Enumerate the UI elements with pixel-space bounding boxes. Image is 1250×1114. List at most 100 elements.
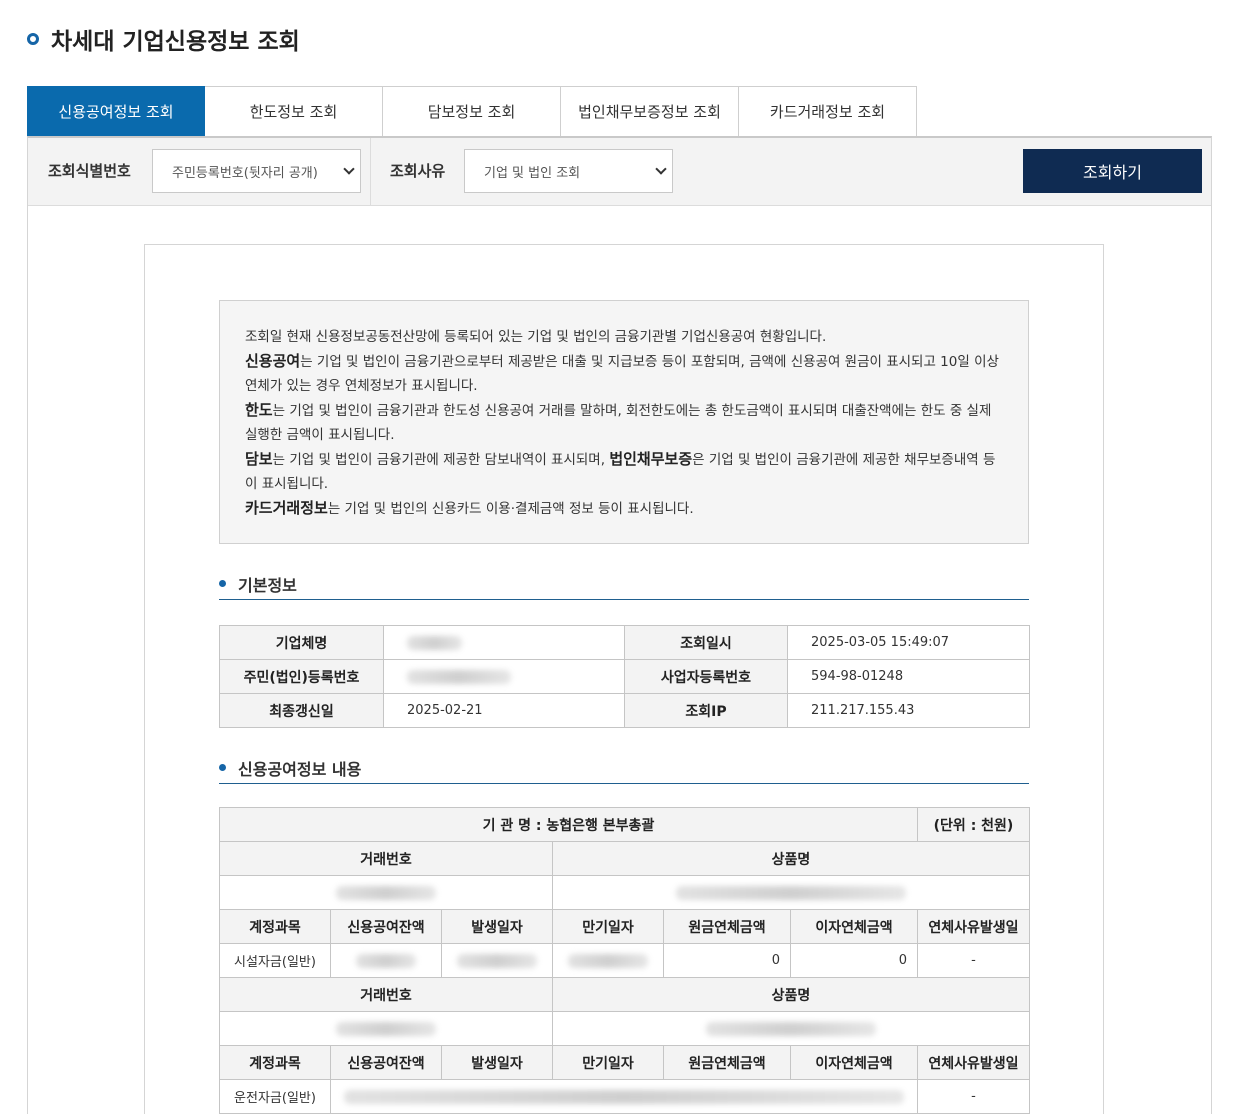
account-subject-cell: 운전자금(일반) [219,1079,331,1114]
transaction-number-header: 거래번호 [219,977,553,1012]
search-bar: 조회식별번호 주민등록번호(뒷자리 공개) 조회사유 기업 및 법인 조회 조회… [28,138,1211,206]
basic-info-table: 기업체명 조회일시 2025-03-05 15:49:07 주민(법인)등록번호… [219,625,1030,728]
table-row: 주민(법인)등록번호 사업자등록번호 594-98-01248 [219,659,1030,694]
column-header: 만기일자 [552,1045,664,1080]
column-header: 원금연체금액 [663,909,791,944]
transaction-number-value [219,875,553,910]
notice-term: 법인채무보증 [609,450,693,468]
title-bullet-icon [27,33,39,45]
query-time-label: 조회일시 [624,625,788,660]
credit-info-heading: 신용공여정보 내용 [219,752,1029,784]
id-type-select-value: 주민등록번호(뒷자리 공개) [172,165,318,181]
basic-info-heading: 기본정보 [219,568,1029,600]
table-row: 운전자금(일반) - [219,1079,1030,1114]
notice-line: 신용공여는 기업 및 법인이 금융기관으로부터 제공받은 대출 및 지급보증 등… [245,349,1003,398]
tab-credit[interactable]: 신용공여정보 조회 [27,86,205,137]
company-name-label: 기업체명 [219,625,384,660]
page-title-text: 차세대 기업신용정보 조회 [51,29,300,55]
reason-label: 조회사유 [390,162,446,180]
tab-card-transaction[interactable]: 카드거래정보 조회 [739,86,917,137]
balance-cell [330,943,442,978]
section-bullet-icon [219,580,226,587]
issue-date-cell [441,943,553,978]
column-header: 발생일자 [441,1045,553,1080]
tab-collateral[interactable]: 담보정보 조회 [383,86,561,137]
redacted-value [336,885,436,900]
notice-term: 카드거래정보 [245,499,328,517]
notice-line: 담보는 기업 및 법인이 금융기관에 제공한 담보내역이 표시되며, 법인채무보… [245,447,1003,496]
column-header: 계정과목 [219,1045,331,1080]
chevron-down-icon [655,163,667,175]
product-name-header: 상품명 [552,977,1030,1012]
credit-info-title: 신용공여정보 내용 [238,759,362,779]
product-name-value [552,1011,1030,1046]
redacted-value [457,953,537,968]
registration-number-value [383,659,625,694]
notice-text: 는 기업 및 법인의 신용카드 이용·결제금액 정보 등이 표시됩니다. [327,501,694,517]
notice-text: 는 기업 및 법인이 금융기관으로부터 제공받은 대출 및 지급보증 등이 포함… [245,354,999,394]
redacted-value [568,953,648,968]
redacted-value [407,669,511,684]
notice-text: 는 기업 및 법인이 금융기관에 제공한 담보내역이 표시되며, [272,452,610,468]
company-name-value [383,625,625,660]
notice-line: 카드거래정보는 기업 및 법인의 신용카드 이용·결제금액 정보 등이 표시됩니… [245,496,1003,521]
table-row: 계정과목 신용공여잔액 발생일자 만기일자 원금연체금액 이자연체금액 연체사유… [219,909,1030,944]
product-name-value [552,875,1030,910]
column-header: 연체사유발생일 [917,909,1030,944]
page-title: 차세대 기업신용정보 조회 [27,22,300,56]
transaction-number-header: 거래번호 [219,841,553,876]
column-header: 신용공여잔액 [330,909,442,944]
table-row: 기업체명 조회일시 2025-03-05 15:49:07 [219,625,1030,660]
redacted-value [336,1021,436,1036]
column-header: 이자연체금액 [790,909,918,944]
credit-info-table: 기 관 명 : 농협은행 본부총괄 (단위 : 천원) 거래번호 상품명 계정과… [219,807,1030,1114]
notice-text: 는 기업 및 법인이 금융기관과 한도성 신용공여 거래를 말하며, 회전한도에… [245,403,992,443]
column-header: 원금연체금액 [663,1045,791,1080]
notice-box: 조회일 현재 신용정보공동전산망에 등록되어 있는 기업 및 법인의 금융기관별… [219,300,1029,544]
table-row: 계정과목 신용공여잔액 발생일자 만기일자 원금연체금액 이자연체금액 연체사유… [219,1045,1030,1080]
redacted-value [407,635,462,650]
column-header: 발생일자 [441,909,553,944]
id-type-select[interactable]: 주민등록번호(뒷자리 공개) [152,149,361,193]
business-number-value: 594-98-01248 [787,659,1030,694]
table-row: 시설자금(일반) 0 0 - [219,943,1030,978]
interest-overdue-cell: 0 [790,943,918,978]
transaction-number-value [219,1011,553,1046]
column-header: 만기일자 [552,909,664,944]
table-row: 거래번호 상품명 [219,841,1030,876]
overdue-date-cell: - [917,943,1030,978]
reason-select-value: 기업 및 법인 조회 [484,165,581,181]
tab-limit[interactable]: 한도정보 조회 [205,86,383,137]
last-updated-value: 2025-02-21 [383,693,625,728]
maturity-date-cell [552,943,664,978]
redacted-value [344,1089,904,1104]
table-row: 거래번호 상품명 [219,977,1030,1012]
overdue-date-cell: - [917,1079,1030,1114]
reason-select[interactable]: 기업 및 법인 조회 [464,149,673,193]
last-updated-label: 최종갱신일 [219,693,384,728]
notice-line: 조회일 현재 신용정보공동전산망에 등록되어 있는 기업 및 법인의 금융기관별… [245,329,827,345]
registration-number-label: 주민(법인)등록번호 [219,659,384,694]
redacted-value [676,885,906,900]
notice-line: 한도는 기업 및 법인이 금융기관과 한도성 신용공여 거래를 말하며, 회전한… [245,398,1003,447]
section-bullet-icon [219,764,226,771]
redacted-value [706,1021,876,1036]
column-header: 계정과목 [219,909,331,944]
search-divider [370,138,371,206]
table-row: 기 관 명 : 농협은행 본부총괄 (단위 : 천원) [219,807,1030,842]
id-type-label: 조회식별번호 [48,162,131,180]
table-row: 최종갱신일 2025-02-21 조회IP 211.217.155.43 [219,693,1030,728]
query-ip-value: 211.217.155.43 [787,693,1030,728]
tab-corporate-guarantee[interactable]: 법인채무보증정보 조회 [561,86,739,137]
notice-term: 신용공여 [245,352,301,370]
principal-overdue-cell: 0 [663,943,791,978]
query-ip-label: 조회IP [624,693,788,728]
basic-info-title: 기본정보 [238,575,297,595]
account-subject-cell: 시설자금(일반) [219,943,331,978]
tab-bar: 신용공여정보 조회 한도정보 조회 담보정보 조회 법인채무보증정보 조회 카드… [27,86,917,137]
table-row [219,875,1030,910]
business-number-label: 사업자등록번호 [624,659,788,694]
query-time-value: 2025-03-05 15:49:07 [787,625,1030,660]
column-header: 이자연체금액 [790,1045,918,1080]
search-button[interactable]: 조회하기 [1023,149,1202,193]
